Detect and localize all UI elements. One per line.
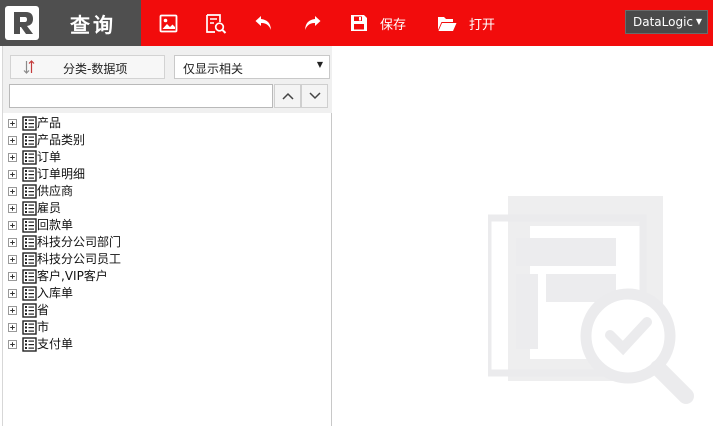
- tree-item-label: 入库单: [37, 286, 74, 300]
- save-button[interactable]: 保存: [350, 0, 406, 46]
- tree-item[interactable]: 市: [3, 319, 332, 336]
- folder-open-icon: [438, 16, 457, 31]
- tree-item-label: 产品类别: [37, 133, 86, 147]
- previous-match-button[interactable]: [274, 84, 301, 108]
- expand-plus-icon[interactable]: [8, 187, 17, 196]
- category-sort-button[interactable]: 分类-数据项: [10, 55, 165, 79]
- expand-plus-icon[interactable]: [8, 119, 17, 128]
- table-icon: [22, 201, 37, 216]
- tree-item-label: 订单: [37, 150, 62, 164]
- save-icon: [351, 15, 367, 31]
- expand-plus-icon[interactable]: [8, 289, 17, 298]
- category-button-label: 分类-数据项: [63, 62, 128, 76]
- table-icon: [22, 218, 37, 233]
- table-icon: [22, 235, 37, 250]
- sort-icon: [23, 60, 35, 74]
- caret-down-icon: ▼: [316, 60, 323, 69]
- data-item-tree: 产品产品类别订单订单明细供应商雇员回款单科技分公司部门 科技分公司员工 客户,VIP…: [3, 115, 332, 353]
- table-icon: [22, 337, 37, 352]
- tree-item-label: 客户,VIP客户: [37, 269, 108, 283]
- tree-item[interactable]: 雇员: [3, 200, 332, 217]
- tree-item[interactable]: 入库单: [3, 285, 332, 302]
- tree-item[interactable]: 回款单: [3, 217, 332, 234]
- chevron-up-icon: [281, 92, 294, 100]
- tree-item[interactable]: 省: [3, 302, 332, 319]
- tree-item[interactable]: 产品类别: [3, 132, 332, 149]
- tree-item[interactable]: 科技分公司员工: [3, 251, 332, 268]
- tree-item-label: 雇员: [37, 201, 62, 215]
- tree-item-label: 回款单: [37, 218, 74, 232]
- expand-plus-icon[interactable]: [8, 306, 17, 315]
- page-title: 查询: [70, 13, 116, 37]
- table-icon: [22, 116, 37, 131]
- app-logo-icon: [5, 6, 39, 40]
- filter-select[interactable]: 仅显示相关 ▼: [174, 55, 330, 79]
- table-icon: [22, 269, 37, 284]
- tree-item[interactable]: 客户,VIP客户: [3, 268, 332, 285]
- tree-item-label: 省: [37, 303, 50, 317]
- tree-item[interactable]: 科技分公司部门: [3, 234, 332, 251]
- table-icon: [22, 133, 37, 148]
- undo-button[interactable]: [254, 0, 274, 46]
- tree-item-label: 支付单: [37, 337, 74, 351]
- open-label: 打开: [469, 17, 496, 33]
- expand-plus-icon[interactable]: [8, 204, 17, 213]
- table-icon: [22, 167, 37, 182]
- data-items-panel: 分类-数据项 仅显示相关 ▼ 产品产品类别订单订单明细供应商雇员回款单科技分公司…: [2, 46, 332, 426]
- table-icon: [22, 184, 37, 199]
- app-brand: 查询: [0, 0, 141, 46]
- table-icon: [22, 286, 37, 301]
- expand-plus-icon[interactable]: [8, 153, 17, 162]
- tree-item-label: 产品: [37, 116, 62, 130]
- tree-item[interactable]: 订单: [3, 149, 332, 166]
- expand-plus-icon[interactable]: [8, 136, 17, 145]
- top-toolbar: 查询 保存 打开 DataLogic ▼: [0, 0, 713, 46]
- tree-item-label: 科技分公司部门: [37, 235, 122, 249]
- tree-item-label: 市: [37, 320, 50, 334]
- datasource-selected: DataLogic: [633, 15, 694, 29]
- expand-plus-icon[interactable]: [8, 170, 17, 179]
- datasource-select[interactable]: DataLogic ▼: [625, 10, 708, 34]
- tree-item-label: 供应商: [37, 184, 74, 198]
- chevron-down-icon: [308, 92, 321, 100]
- next-match-button[interactable]: [301, 84, 328, 108]
- table-icon: [22, 320, 37, 335]
- undo-icon: [255, 16, 271, 30]
- expand-plus-icon[interactable]: [8, 272, 17, 281]
- chart-icon: [159, 14, 178, 32]
- empty-report-icon: [488, 196, 694, 404]
- tree-item-label: 科技分公司员工: [37, 252, 122, 266]
- expand-plus-icon[interactable]: [8, 323, 17, 332]
- redo-icon: [305, 16, 321, 30]
- filter-selected: 仅显示相关: [183, 62, 244, 76]
- tree-item[interactable]: 订单明细: [3, 166, 332, 183]
- tree-item[interactable]: 供应商: [3, 183, 332, 200]
- tree-item[interactable]: 支付单: [3, 336, 332, 353]
- table-icon: [22, 150, 37, 165]
- search-input[interactable]: [9, 84, 273, 108]
- table-icon: [22, 303, 37, 318]
- expand-plus-icon[interactable]: [8, 221, 17, 230]
- tree-item[interactable]: 产品: [3, 115, 332, 132]
- query-canvas: [333, 46, 713, 426]
- table-icon: [22, 252, 37, 267]
- panel-header: 分类-数据项 仅显示相关 ▼: [3, 46, 332, 113]
- caret-down-icon: ▼: [695, 17, 702, 26]
- tree-item-label: 订单明细: [37, 167, 86, 181]
- expand-plus-icon[interactable]: [8, 255, 17, 264]
- preview-icon: [206, 13, 227, 34]
- expand-plus-icon[interactable]: [8, 340, 17, 349]
- redo-button[interactable]: [302, 0, 322, 46]
- open-button[interactable]: 打开: [437, 0, 495, 46]
- expand-plus-icon[interactable]: [8, 238, 17, 247]
- chart-button[interactable]: [159, 0, 178, 46]
- preview-button[interactable]: [205, 0, 227, 46]
- save-label: 保存: [380, 17, 407, 33]
